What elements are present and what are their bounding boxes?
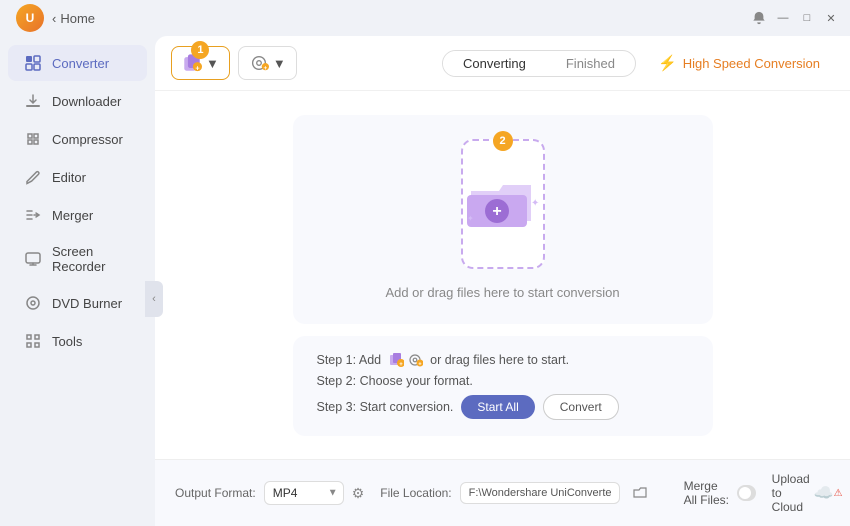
- maximize-button[interactable]: □: [800, 11, 814, 25]
- minimize-button[interactable]: —: [776, 11, 790, 25]
- titlebar: U ‹ Home — □ ✕: [0, 0, 850, 36]
- add-cd-button[interactable]: + ▼: [238, 46, 297, 80]
- step-add-file-icon: +: [388, 352, 404, 368]
- svg-text:+: +: [195, 63, 199, 72]
- file-location-label: File Location:: [380, 486, 451, 500]
- step-3-text: Step 3: Start conversion.: [317, 400, 454, 414]
- sidebar-collapse-button[interactable]: ‹: [145, 281, 163, 317]
- steps-start-all-button[interactable]: Start All: [461, 395, 534, 419]
- sidebar-item-merger-label: Merger: [52, 208, 93, 223]
- downloader-icon: [24, 92, 42, 110]
- toolbar: 1 + ▼ + ▼: [155, 36, 850, 91]
- drop-zone-container: 2 + ✦ ✦: [293, 115, 713, 324]
- add-cd-icon: +: [249, 53, 269, 73]
- svg-text:+: +: [419, 361, 422, 367]
- format-settings-icon[interactable]: ⚙: [352, 485, 365, 502]
- merger-icon: [24, 206, 42, 224]
- file-location-field: File Location:: [380, 481, 651, 505]
- add-cd-dropdown-arrow: ▼: [273, 56, 286, 71]
- output-format-select[interactable]: MP4 MOV AVI MKV: [264, 481, 344, 505]
- file-location-input[interactable]: [460, 482, 620, 504]
- add-file-badge: 1: [191, 41, 209, 59]
- titlebar-left: U ‹ Home: [16, 4, 95, 32]
- sidebar-item-merger[interactable]: Merger: [8, 197, 147, 233]
- merge-all-toggle[interactable]: [737, 485, 756, 501]
- output-format-select-wrapper: MP4 MOV AVI MKV ▼: [264, 481, 344, 505]
- sidebar-item-tools-label: Tools: [52, 334, 82, 349]
- step-2-row: Step 2: Choose your format.: [317, 374, 689, 388]
- notification-icon[interactable]: [752, 11, 766, 25]
- file-location-browse-button[interactable]: [628, 481, 652, 505]
- bottom-bar: Output Format: MP4 MOV AVI MKV ▼ ⚙ File …: [155, 459, 850, 526]
- sidebar-item-editor[interactable]: Editor: [8, 159, 147, 195]
- sidebar: Converter Downloader Compressor: [0, 36, 155, 526]
- content-area: 1 + ▼ + ▼: [155, 36, 850, 526]
- drop-zone-badge: 2: [493, 131, 513, 151]
- steps-convert-button[interactable]: Convert: [543, 394, 619, 420]
- tab-switcher: Converting Finished: [442, 50, 636, 77]
- folder-icon: + ✦ ✦: [463, 171, 543, 236]
- add-file-dropdown-arrow: ▼: [206, 56, 219, 71]
- drop-zone-label: Add or drag files here to start conversi…: [385, 285, 619, 300]
- add-file-button[interactable]: 1 + ▼: [171, 46, 230, 80]
- sidebar-item-converter-label: Converter: [52, 56, 109, 71]
- high-speed-label: High Speed Conversion: [683, 56, 820, 71]
- drop-zone[interactable]: + ✦ ✦: [461, 139, 545, 269]
- sidebar-item-dvd-burner[interactable]: DVD Burner: [8, 285, 147, 321]
- step-1-text: Step 1: Add: [317, 353, 382, 367]
- sidebar-item-downloader-label: Downloader: [52, 94, 121, 109]
- svg-text:+: +: [399, 362, 403, 368]
- main-layout: Converter Downloader Compressor: [0, 36, 850, 526]
- merge-all-label: Merge All Files:: [684, 479, 731, 507]
- sidebar-item-screen-recorder-label: Screen Recorder: [52, 244, 131, 274]
- step-1-icons: + +: [388, 352, 423, 368]
- home-label: Home: [60, 11, 95, 26]
- toggle-knob: [739, 487, 751, 499]
- svg-text:+: +: [263, 65, 267, 72]
- folder-browse-icon: [632, 485, 648, 501]
- upload-cloud-field: Upload to Cloud ☁️ ⚠: [772, 472, 843, 514]
- sidebar-item-converter[interactable]: Converter: [8, 45, 147, 81]
- drop-zone-wrapper: 2 + ✦ ✦: [461, 139, 545, 269]
- step-add-cd-icon: +: [407, 352, 423, 368]
- svg-text:✦: ✦: [531, 198, 539, 209]
- sidebar-item-downloader[interactable]: Downloader: [8, 83, 147, 119]
- step-1-or-text: or drag files here to start.: [430, 353, 569, 367]
- dvd-burner-icon: [24, 294, 42, 312]
- output-format-label: Output Format:: [175, 486, 256, 500]
- editor-icon: [24, 168, 42, 186]
- converter-icon: [24, 54, 42, 72]
- steps-area: Step 1: Add +: [293, 336, 713, 436]
- step-2-text: Step 2: Choose your format.: [317, 374, 473, 388]
- window-controls: — □ ✕: [752, 11, 838, 25]
- upload-cloud-badge: ⚠: [834, 488, 843, 499]
- sidebar-item-editor-label: Editor: [52, 170, 86, 185]
- sidebar-item-screen-recorder[interactable]: Screen Recorder: [8, 235, 147, 283]
- upload-cloud-icon[interactable]: ☁️: [814, 483, 834, 503]
- svg-text:+: +: [492, 203, 501, 220]
- compressor-icon: [24, 130, 42, 148]
- tab-finished[interactable]: Finished: [546, 51, 635, 76]
- sidebar-item-dvd-burner-label: DVD Burner: [52, 296, 122, 311]
- high-speed-button[interactable]: ⚡ High Speed Conversion: [644, 49, 834, 77]
- screen-recorder-icon: [24, 250, 42, 268]
- home-button[interactable]: ‹ Home: [52, 11, 95, 26]
- sidebar-item-compressor-label: Compressor: [52, 132, 123, 147]
- step-1-row: Step 1: Add +: [317, 352, 689, 368]
- merge-all-files-field: Merge All Files:: [684, 479, 756, 507]
- output-format-field: Output Format: MP4 MOV AVI MKV ▼ ⚙: [175, 481, 364, 505]
- sidebar-item-compressor[interactable]: Compressor: [8, 121, 147, 157]
- tab-converting[interactable]: Converting: [443, 51, 546, 76]
- chevron-left-icon: ‹: [52, 11, 56, 26]
- step-3-row: Step 3: Start conversion. Start All Conv…: [317, 394, 689, 420]
- tools-icon: [24, 332, 42, 350]
- sidebar-item-tools[interactable]: Tools: [8, 323, 147, 359]
- svg-text:✦: ✦: [467, 214, 474, 223]
- upload-cloud-label: Upload to Cloud: [772, 472, 810, 514]
- drop-zone-area: 2 + ✦ ✦: [155, 91, 850, 459]
- user-avatar: U: [16, 4, 44, 32]
- close-button[interactable]: ✕: [824, 11, 838, 25]
- lightning-icon: ⚡: [658, 54, 677, 72]
